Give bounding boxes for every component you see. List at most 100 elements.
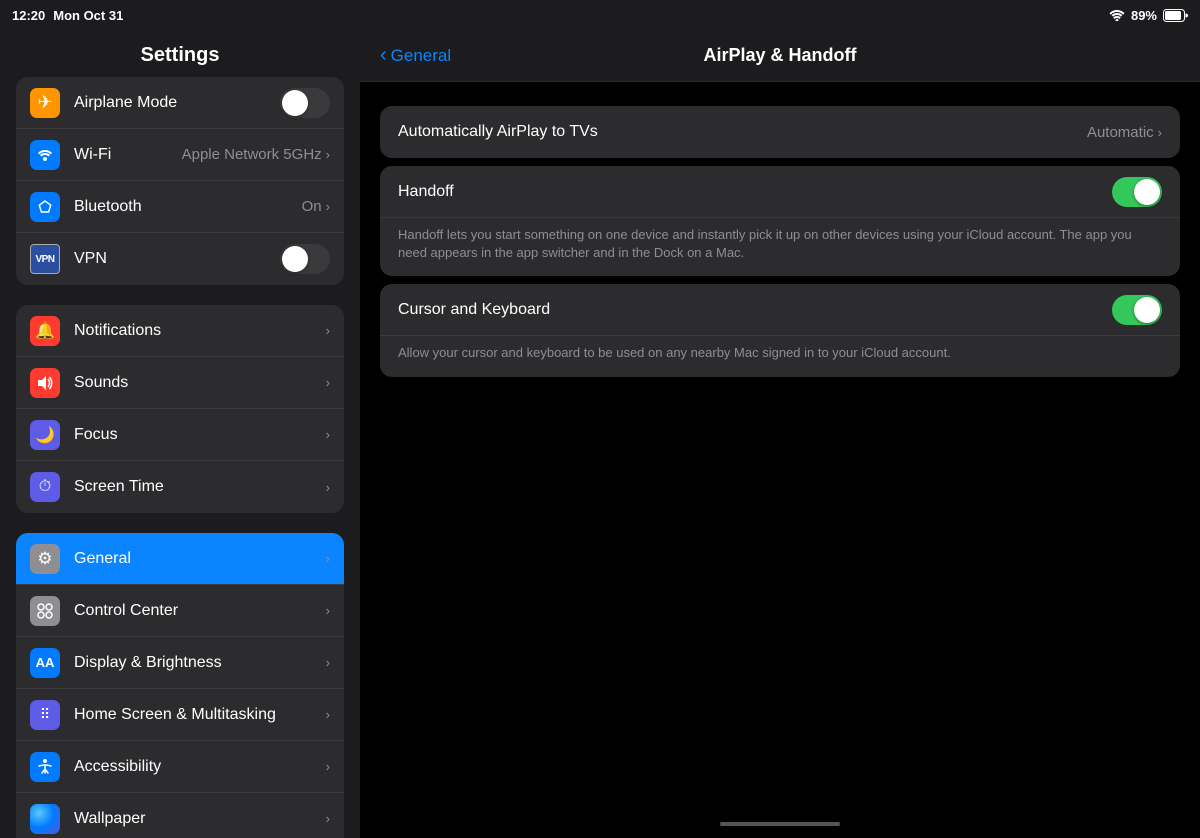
wallpaper-label: Wallpaper: [74, 810, 326, 828]
wifi-chevron: ›: [326, 147, 330, 162]
screen-time-icon: ⏱: [30, 472, 60, 502]
sidebar-item-home-screen[interactable]: ⠿ Home Screen & Multitasking ›: [16, 689, 344, 741]
right-content: Automatically AirPlay to TVs Automatic ›…: [360, 82, 1200, 818]
control-center-chevron: ›: [326, 603, 330, 618]
focus-chevron: ›: [326, 427, 330, 442]
status-time: 12:20: [12, 8, 45, 23]
airplay-card: Automatically AirPlay to TVs Automatic ›: [380, 106, 1180, 158]
display-label: Display & Brightness: [74, 654, 326, 672]
control-center-icon: [30, 596, 60, 626]
sidebar-item-vpn[interactable]: VPN VPN: [16, 233, 344, 285]
auto-airplay-chevron: ›: [1158, 125, 1162, 140]
scroll-bar: [720, 822, 840, 826]
sounds-icon: [30, 368, 60, 398]
bluetooth-chevron: ›: [326, 199, 330, 214]
screen-time-label: Screen Time: [74, 478, 326, 496]
sidebar-item-focus[interactable]: 🌙 Focus ›: [16, 409, 344, 461]
handoff-toggle[interactable]: [1112, 177, 1162, 207]
system2-group: ⚙ General › Control Center: [16, 533, 344, 838]
screen-time-chevron: ›: [326, 480, 330, 495]
home-screen-icon: ⠿: [30, 700, 60, 730]
sidebar-item-sounds[interactable]: Sounds ›: [16, 357, 344, 409]
sidebar-item-wifi[interactable]: Wi-Fi Apple Network 5GHz ›: [16, 129, 344, 181]
bluetooth-label: Bluetooth: [74, 198, 302, 216]
back-chevron-icon: ‹: [380, 44, 387, 67]
status-bar-left: 12:20 Mon Oct 31: [12, 8, 123, 23]
right-panel-title: AirPlay & Handoff: [703, 45, 856, 66]
vpn-knob: [282, 246, 308, 272]
vpn-icon: VPN: [30, 244, 60, 274]
handoff-description: Handoff lets you start something on one …: [380, 218, 1180, 276]
cursor-keyboard-row[interactable]: Cursor and Keyboard: [380, 284, 1180, 336]
sidebar-item-bluetooth[interactable]: ⬠ Bluetooth On ›: [16, 181, 344, 233]
main-layout: Settings ✈ Airplane Mode: [0, 30, 1200, 838]
sidebar-item-notifications[interactable]: 🔔 Notifications ›: [16, 305, 344, 357]
handoff-label: Handoff: [398, 183, 1112, 201]
back-button[interactable]: ‹ General: [380, 44, 451, 67]
airplane-mode-label: Airplane Mode: [74, 94, 280, 112]
system1-group: 🔔 Notifications › Sounds ›: [16, 305, 344, 513]
general-icon: ⚙: [30, 544, 60, 574]
status-date: Mon Oct 31: [53, 8, 123, 23]
wifi-value: Apple Network 5GHz: [182, 146, 322, 163]
cursor-keyboard-knob: [1134, 297, 1160, 323]
battery-icon: [1163, 9, 1188, 22]
auto-airplay-label: Automatically AirPlay to TVs: [398, 123, 1087, 141]
handoff-toggle-knob: [1134, 179, 1160, 205]
cursor-keyboard-toggle[interactable]: [1112, 295, 1162, 325]
right-header: ‹ General AirPlay & Handoff: [360, 30, 1200, 82]
back-label[interactable]: General: [391, 46, 451, 66]
airplane-mode-icon: ✈: [30, 88, 60, 118]
airplane-mode-toggle[interactable]: [280, 88, 330, 118]
wifi-label: Wi-Fi: [74, 146, 182, 164]
auto-airplay-value: Automatic: [1087, 124, 1154, 141]
sidebar-item-airplane-mode[interactable]: ✈ Airplane Mode: [16, 77, 344, 129]
handoff-row[interactable]: Handoff: [380, 166, 1180, 218]
accessibility-chevron: ›: [326, 759, 330, 774]
bluetooth-value: On: [302, 198, 322, 215]
accessibility-icon: [30, 752, 60, 782]
control-center-label: Control Center: [74, 602, 326, 620]
airplane-mode-knob: [282, 90, 308, 116]
wallpaper-chevron: ›: [326, 811, 330, 826]
status-bar-right: 89%: [1109, 8, 1188, 23]
vpn-toggle[interactable]: [280, 244, 330, 274]
display-icon: AA: [30, 648, 60, 678]
wifi-icon: [1109, 9, 1125, 21]
auto-airplay-row[interactable]: Automatically AirPlay to TVs Automatic ›: [380, 106, 1180, 158]
cursor-keyboard-description: Allow your cursor and keyboard to be use…: [380, 336, 1180, 376]
sidebar-item-wallpaper[interactable]: Wallpaper ›: [16, 793, 344, 838]
sidebar-item-screen-time[interactable]: ⏱ Screen Time ›: [16, 461, 344, 513]
connectivity-group: ✈ Airplane Mode Wi-Fi: [16, 77, 344, 285]
notifications-icon: 🔔: [30, 316, 60, 346]
general-chevron: ›: [326, 551, 330, 566]
right-panel: ‹ General AirPlay & Handoff Automaticall…: [360, 30, 1200, 838]
sidebar-item-accessibility[interactable]: Accessibility ›: [16, 741, 344, 793]
home-screen-chevron: ›: [326, 707, 330, 722]
vpn-label: VPN: [74, 250, 280, 268]
notifications-chevron: ›: [326, 323, 330, 338]
sidebar-content: ✈ Airplane Mode Wi-Fi: [0, 77, 360, 838]
sidebar-title: Settings: [0, 30, 360, 77]
scroll-indicator: [360, 818, 1200, 838]
focus-label: Focus: [74, 426, 326, 444]
wallpaper-icon: [30, 804, 60, 834]
display-chevron: ›: [326, 655, 330, 670]
sidebar-item-display[interactable]: AA Display & Brightness ›: [16, 637, 344, 689]
notifications-label: Notifications: [74, 322, 326, 340]
cursor-keyboard-label: Cursor and Keyboard: [398, 301, 1112, 319]
sidebar-item-control-center[interactable]: Control Center ›: [16, 585, 344, 637]
handoff-card: Handoff Handoff lets you start something…: [380, 166, 1180, 276]
status-bar: 12:20 Mon Oct 31 89%: [0, 0, 1200, 30]
sounds-label: Sounds: [74, 374, 326, 392]
cursor-keyboard-card: Cursor and Keyboard Allow your cursor an…: [380, 284, 1180, 376]
general-label: General: [74, 550, 326, 568]
sidebar: Settings ✈ Airplane Mode: [0, 30, 360, 838]
sidebar-item-general[interactable]: ⚙ General ›: [16, 533, 344, 585]
home-screen-label: Home Screen & Multitasking: [74, 706, 326, 724]
accessibility-label: Accessibility: [74, 758, 326, 776]
battery-percent: 89%: [1131, 8, 1157, 23]
wifi-icon: [30, 140, 60, 170]
sounds-chevron: ›: [326, 375, 330, 390]
bluetooth-icon: ⬠: [30, 192, 60, 222]
